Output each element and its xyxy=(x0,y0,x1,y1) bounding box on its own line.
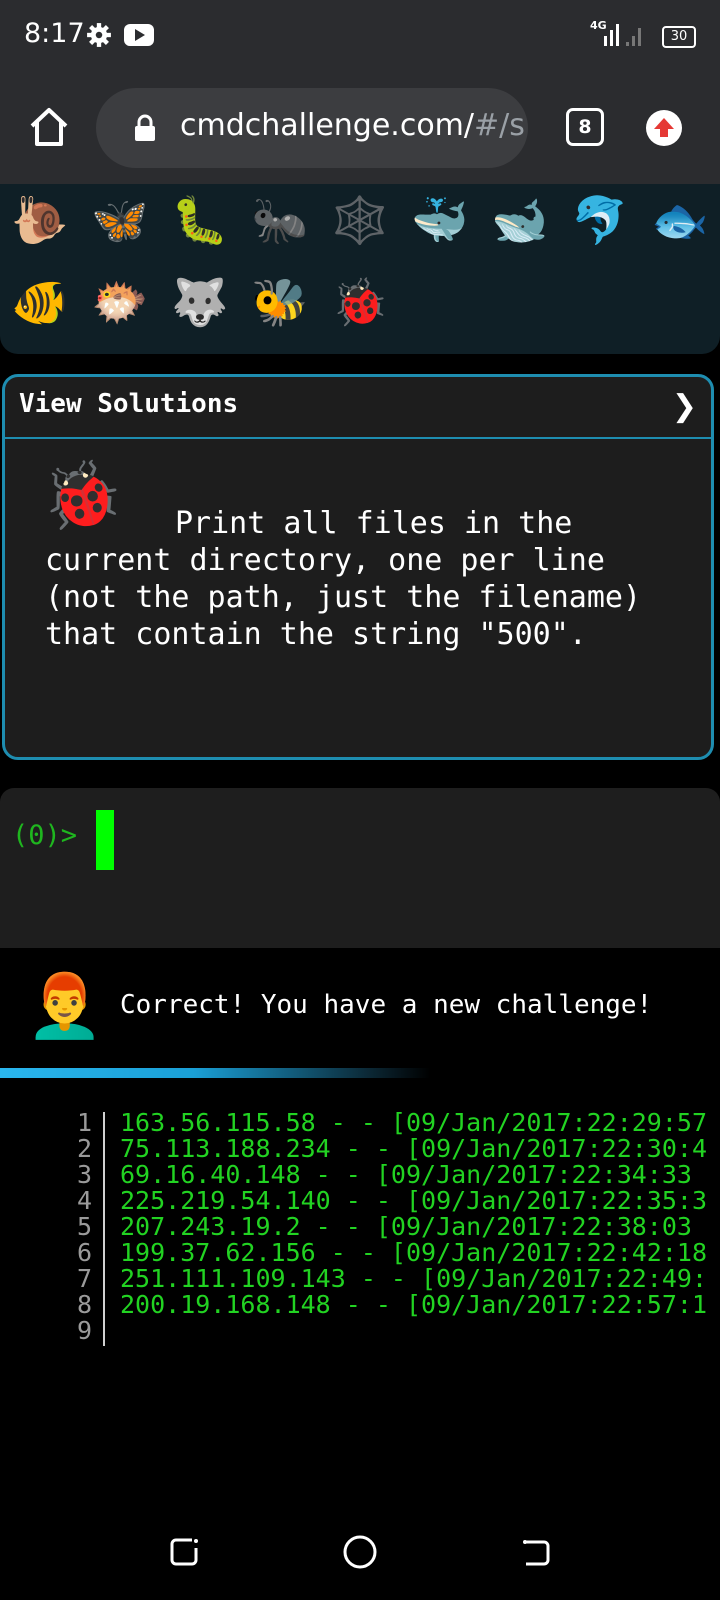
ladybug-icon[interactable]: 🐞 xyxy=(330,274,390,330)
avatar: 👨‍🦰 xyxy=(26,969,104,1042)
line-text: 163.56.115.58 - - [09/Jan/2017:22:29:57 xyxy=(120,1108,707,1137)
line-text: 225.219.54.140 - - [09/Jan/2017:22:35:3 xyxy=(120,1186,707,1215)
line-text: 200.19.168.148 - - [09/Jan/2017:22:57:1 xyxy=(120,1290,707,1319)
result-message: Correct! You have a new challenge! xyxy=(120,990,653,1020)
terminal-input[interactable]: (0)> xyxy=(0,788,720,948)
signal-icon xyxy=(604,24,641,46)
output-line: 9 xyxy=(0,1318,720,1344)
output-line: 3 69.16.40.148 - - [09/Jan/2017:22:34:33 xyxy=(0,1162,720,1188)
update-icon[interactable] xyxy=(646,110,682,146)
whale-icon[interactable]: 🐳 xyxy=(410,192,470,248)
recent-apps-icon[interactable] xyxy=(164,1532,204,1572)
line-number: 7 xyxy=(76,1264,92,1293)
url-domain: cmdchallenge.com/ xyxy=(180,108,475,143)
line-text: 69.16.40.148 - - [09/Jan/2017:22:34:33 xyxy=(120,1160,692,1189)
fish-icon[interactable]: 🐟 xyxy=(650,192,710,248)
youtube-icon xyxy=(124,24,154,46)
line-number: 1 xyxy=(76,1108,92,1137)
view-solutions-header[interactable]: View Solutions ❯ xyxy=(5,377,711,439)
view-solutions-label: View Solutions xyxy=(19,389,239,419)
output-line: 5 207.243.19.2 - - [09/Jan/2017:22:38:03 xyxy=(0,1214,720,1240)
achievements-panel: 🐌 🦋 🐛 🐜 🕸️ 🐳 🐋 🐬 🐟 🐠 🐡 🐺 🐝 🐞 xyxy=(0,184,720,354)
line-number: 9 xyxy=(76,1316,92,1345)
spider-web-icon[interactable]: 🕸️ xyxy=(330,192,390,248)
line-number: 6 xyxy=(76,1238,92,1267)
bee-icon[interactable]: 🐝 xyxy=(250,274,310,330)
output-line: 4 225.219.54.140 - - [09/Jan/2017:22:35:3 xyxy=(0,1188,720,1214)
butterfly-icon[interactable]: 🦋 xyxy=(90,192,150,248)
challenge-description: Print all files in the current directory… xyxy=(45,506,642,652)
back-icon[interactable] xyxy=(516,1532,556,1572)
line-text: 75.113.188.234 - - [09/Jan/2017:22:30:4 xyxy=(120,1134,707,1163)
snail-icon[interactable]: 🐌 xyxy=(10,192,70,248)
tabs-icon[interactable]: 8 xyxy=(566,108,604,146)
nav-home-icon[interactable] xyxy=(340,1532,380,1572)
output-line: 7 251.111.109.143 - - [09/Jan/2017:22:49: xyxy=(0,1266,720,1292)
terminal-prompt: (0)> xyxy=(12,820,78,851)
line-number: 4 xyxy=(76,1186,92,1215)
line-text: 207.243.19.2 - - [09/Jan/2017:22:38:03 xyxy=(120,1212,692,1241)
line-text: 251.111.109.143 - - [09/Jan/2017:22:49: xyxy=(120,1264,707,1293)
wolf-icon[interactable]: 🐺 xyxy=(170,274,230,330)
command-output: 1 163.56.115.58 - - [09/Jan/2017:22:29:57… xyxy=(0,1110,720,1344)
url-text: cmdchallenge.com/#/s xyxy=(180,108,525,143)
output-line: 1 163.56.115.58 - - [09/Jan/2017:22:29:57 xyxy=(0,1110,720,1136)
status-bar: 8:17 4G 30 xyxy=(0,0,720,72)
blowfish-icon[interactable]: 🐡 xyxy=(90,274,150,330)
ant-icon[interactable]: 🐜 xyxy=(250,192,310,248)
browser-toolbar: cmdchallenge.com/#/s 8 xyxy=(0,72,720,184)
dolphin-icon[interactable]: 🐬 xyxy=(570,192,630,248)
line-text: 199.37.62.156 - - [09/Jan/2017:22:42:18 xyxy=(120,1238,707,1267)
line-number: 2 xyxy=(76,1134,92,1163)
gear-icon xyxy=(87,23,111,47)
output-line: 6 199.37.62.156 - - [09/Jan/2017:22:42:18 xyxy=(0,1240,720,1266)
progress-bar xyxy=(0,1068,430,1078)
line-number: 5 xyxy=(76,1212,92,1241)
chevron-right-icon: ❯ xyxy=(671,389,697,424)
caterpillar-icon[interactable]: 🐛 xyxy=(170,192,230,248)
status-time: 8:17 xyxy=(24,18,85,49)
home-icon[interactable] xyxy=(26,104,72,150)
whale2-icon[interactable]: 🐋 xyxy=(490,192,550,248)
line-number: 3 xyxy=(76,1160,92,1189)
url-path: #/s xyxy=(474,108,525,143)
address-bar[interactable]: cmdchallenge.com/#/s xyxy=(96,88,528,168)
terminal-cursor xyxy=(96,810,114,870)
battery-icon: 30 xyxy=(662,26,696,48)
lock-icon xyxy=(135,114,155,141)
output-line: 2 75.113.188.234 - - [09/Jan/2017:22:30:4 xyxy=(0,1136,720,1162)
line-number: 8 xyxy=(76,1290,92,1319)
challenge-card: View Solutions ❯ 🐞 Print all files in th… xyxy=(2,374,714,760)
output-line: 8 200.19.168.148 - - [09/Jan/2017:22:57:1 xyxy=(0,1292,720,1318)
tropical-fish-icon[interactable]: 🐠 xyxy=(10,274,70,330)
